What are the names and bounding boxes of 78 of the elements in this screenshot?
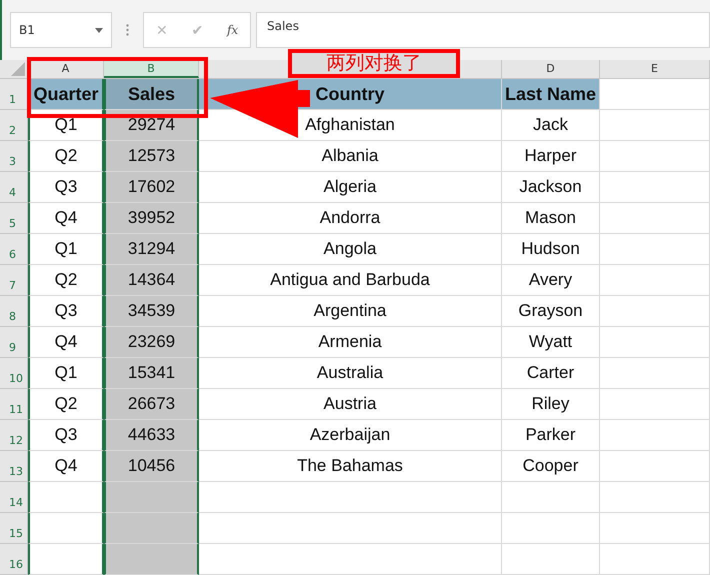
table-cell: 12573 (128, 146, 176, 166)
column-header[interactable]: B (104, 60, 199, 78)
row-header[interactable]: 15 (0, 513, 28, 544)
table-cell: Australia (316, 363, 384, 383)
table-cell: 23269 (128, 332, 176, 352)
column-header[interactable]: E (600, 60, 710, 78)
row-header[interactable]: 16 (0, 544, 28, 575)
dropdown-caret-icon (95, 28, 103, 32)
table-cell: The Bahamas (297, 456, 403, 476)
table-cell: Carter (526, 363, 574, 383)
table-cell: Parker (525, 425, 576, 445)
row-header[interactable]: 5 (0, 203, 28, 234)
table-cell: 44633 (128, 425, 176, 445)
callout-label: 两列对换了 (288, 49, 460, 78)
table-cell: Afghanistan (305, 115, 395, 135)
row-header[interactable]: 8 (0, 296, 28, 327)
table-cell: Q4 (54, 456, 78, 476)
table-cell: 34539 (128, 301, 176, 321)
row-header[interactable]: 3 (0, 141, 28, 172)
table-cell: Quarter (33, 84, 99, 104)
row-header[interactable]: 14 (0, 482, 28, 513)
table-cell: Jack (533, 115, 568, 135)
select-all-icon (11, 62, 25, 76)
row-header[interactable]: 1 (0, 79, 28, 110)
table-cell: Q1 (54, 115, 78, 135)
table-cell: Algeria (324, 177, 376, 197)
table-cell: Riley (532, 394, 570, 414)
table-cell: 29274 (128, 115, 176, 135)
table-cell: Wyatt (528, 332, 572, 352)
table-cell: Last Name (504, 84, 596, 104)
table-cell: Angola (324, 239, 376, 259)
row-header[interactable]: 10 (0, 358, 28, 389)
row-header[interactable]: 13 (0, 451, 28, 482)
row-header[interactable]: 11 (0, 389, 28, 420)
table-cell: Q1 (54, 363, 78, 383)
table-cell: Azerbaijan (310, 425, 390, 445)
table-cell: Jackson (519, 177, 582, 197)
table-cell: Country (316, 84, 384, 104)
table-cell: 14364 (128, 270, 176, 290)
grip-icon (126, 24, 129, 36)
name-box[interactable]: B1 (10, 12, 112, 48)
table-cell: Q3 (54, 301, 78, 321)
table-cell: 26673 (128, 394, 176, 414)
table-cell: 31294 (128, 239, 176, 259)
row-header[interactable]: 9 (0, 327, 28, 358)
table-cell: Andorra (320, 208, 380, 228)
table-cell: Q2 (54, 270, 78, 290)
table-cell: 39952 (128, 208, 176, 228)
table-cell: 15341 (128, 363, 176, 383)
table-cell: Mason (524, 208, 576, 228)
table-cell: Sales (128, 84, 176, 104)
table-cell: 10456 (128, 456, 176, 476)
table-cell: Argentina (314, 301, 386, 321)
table-cell: Albania (322, 146, 378, 166)
table-cell: Antigua and Barbuda (270, 270, 430, 290)
table-cell: Armenia (318, 332, 382, 352)
row-header[interactable]: 4 (0, 172, 28, 203)
row-header[interactable]: 2 (0, 110, 28, 141)
table-cell: Hudson (521, 239, 580, 259)
formula-field[interactable]: Sales (256, 12, 710, 48)
table-cell: Austria (324, 394, 376, 414)
table-cell: Q2 (54, 394, 78, 414)
table-cell: Grayson (518, 301, 583, 321)
row-header[interactable]: 7 (0, 265, 28, 296)
table-cell: Cooper (522, 456, 578, 476)
table-cell: Q1 (54, 239, 78, 259)
table-cell: Q4 (54, 332, 78, 352)
table-cell: Q3 (54, 177, 78, 197)
row-header[interactable]: 6 (0, 234, 28, 265)
table-cell: Avery (528, 270, 572, 290)
table-cell: Q3 (54, 425, 78, 445)
table-cell: Q4 (54, 208, 78, 228)
row-header[interactable]: 12 (0, 420, 28, 451)
insert-function-button[interactable]: fx (222, 23, 242, 37)
table-cell: 17602 (128, 177, 176, 197)
table-cell: Q2 (54, 146, 78, 166)
column-header[interactable]: D (502, 60, 600, 78)
table-cell: Harper (524, 146, 576, 166)
